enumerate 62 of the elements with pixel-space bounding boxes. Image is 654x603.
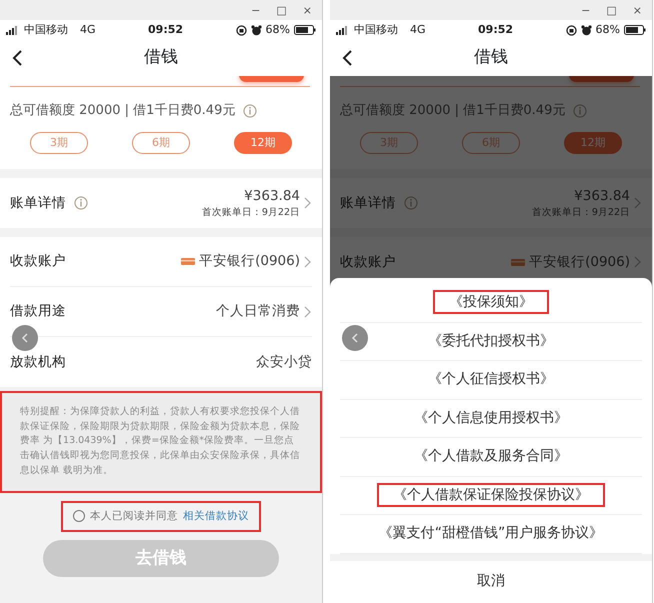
chevron-icon — [304, 197, 312, 209]
chevron-icon — [304, 306, 312, 318]
battery-percent: 68% — [596, 22, 620, 38]
row-value: 个人日常消费 — [216, 302, 300, 322]
battery-icon — [294, 25, 316, 35]
battery-icon — [624, 25, 646, 35]
signal-icon — [6, 26, 20, 34]
row-label: 放款机构 — [10, 352, 66, 372]
card-icon — [181, 258, 196, 265]
battery-percent: 68% — [266, 22, 290, 38]
radio-button[interactable] — [73, 510, 85, 522]
network-type: 4G — [80, 22, 96, 38]
first-bill-date: 首次账单日：9月22日 — [202, 206, 300, 220]
agreement-item[interactable]: 《个人信息使用授权书》 — [340, 400, 642, 438]
card-icon — [511, 258, 526, 266]
signal-icon — [336, 26, 350, 34]
floating-back-icon[interactable] — [342, 325, 368, 351]
close-button[interactable]: × — [302, 4, 312, 16]
minimize-button[interactable]: − — [251, 4, 260, 16]
info-icon — [404, 196, 418, 210]
rotation-lock-icon — [236, 24, 247, 36]
alarm-icon — [580, 24, 592, 36]
agreement-item[interactable]: 《个人征信授权书》 — [340, 361, 642, 400]
agreement-link[interactable]: 相关借款协议 — [183, 508, 249, 524]
row-value: 平安银行(0906) — [529, 252, 630, 272]
network-type: 4G — [410, 22, 426, 38]
minimize-button[interactable]: − — [581, 4, 590, 16]
status-time: 09:52 — [477, 22, 514, 38]
credit-limit-text: 总可借额度 20000 | 借1千日费0.49元 — [340, 102, 566, 120]
page-title: 借钱 — [144, 46, 178, 70]
row-value: 平安银行(0906) — [199, 252, 300, 272]
agreement-item[interactable]: 《个人借款保证保险投保协议》 — [340, 476, 642, 515]
carrier-name: 中国移动 — [354, 22, 398, 38]
maximize-button[interactable]: □ — [606, 4, 617, 16]
alarm-icon — [250, 24, 262, 36]
bill-amount: ¥363.84 — [244, 186, 300, 206]
first-bill-date: 首次账单日：9月22日 — [532, 206, 630, 220]
info-icon — [74, 196, 88, 210]
chevron-icon — [634, 197, 642, 209]
agreement-item[interactable]: 《投保须知》 — [340, 284, 642, 322]
status-time: 09:52 — [147, 22, 184, 38]
agreement-item[interactable]: 《个人借款及服务合同》 — [340, 438, 642, 476]
maximize-button[interactable]: □ — [276, 4, 287, 16]
row-label: 账单详情 — [10, 194, 66, 213]
row-value: 众安小贷 — [256, 352, 312, 372]
page-title: 借钱 — [474, 46, 508, 70]
notice-text: 特别提醒：为保障贷款人的利益，贷款人有权要求您投保个人借款保证保险，保险期限为贷款期限，保险金额为贷款本息，保险费率 为【13.0439%】，保费=保险金额*保险费率。一旦您点击确认借钱即视为您同意投保，此保单由众安保险承保，具体信息以保单 载明为准。 — [2, 393, 320, 491]
row-label: 收款账户 — [340, 252, 396, 272]
row-label: 账单详情 — [340, 194, 396, 213]
carrier-name: 中国移动 — [24, 22, 68, 38]
credit-limit-text: 总可借额度 20000 | 借1千日费0.49元 — [10, 102, 236, 120]
bill-amount: ¥363.84 — [574, 186, 630, 206]
chevron-icon — [634, 256, 642, 268]
chevron-icon — [304, 256, 312, 268]
info-icon — [573, 104, 588, 118]
row-label: 借款用途 — [10, 302, 66, 322]
row-label: 收款账户 — [10, 252, 66, 272]
floating-back-icon[interactable] — [12, 325, 38, 351]
rotation-lock-icon — [566, 24, 577, 36]
close-button[interactable]: × — [632, 4, 642, 16]
agreement-text: 本人已阅读并同意 — [90, 508, 178, 524]
info-icon — [243, 104, 258, 118]
